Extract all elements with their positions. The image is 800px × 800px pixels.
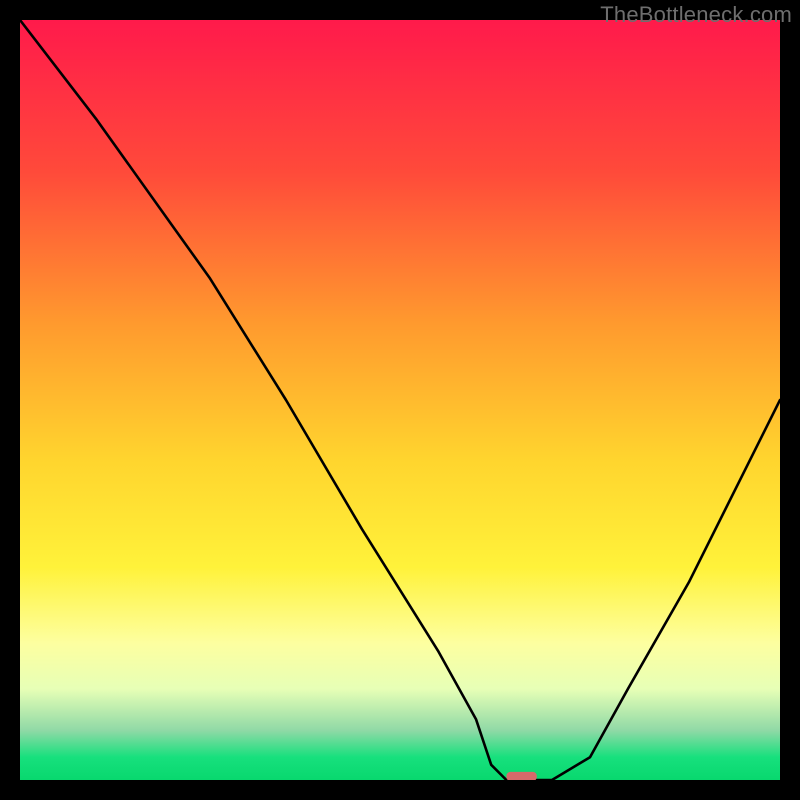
bottleneck-plot — [20, 20, 780, 780]
chart-container: TheBottleneck.com — [0, 0, 800, 800]
heat-background — [20, 20, 780, 780]
watermark-text: TheBottleneck.com — [600, 2, 792, 28]
optimal-marker — [506, 772, 536, 780]
